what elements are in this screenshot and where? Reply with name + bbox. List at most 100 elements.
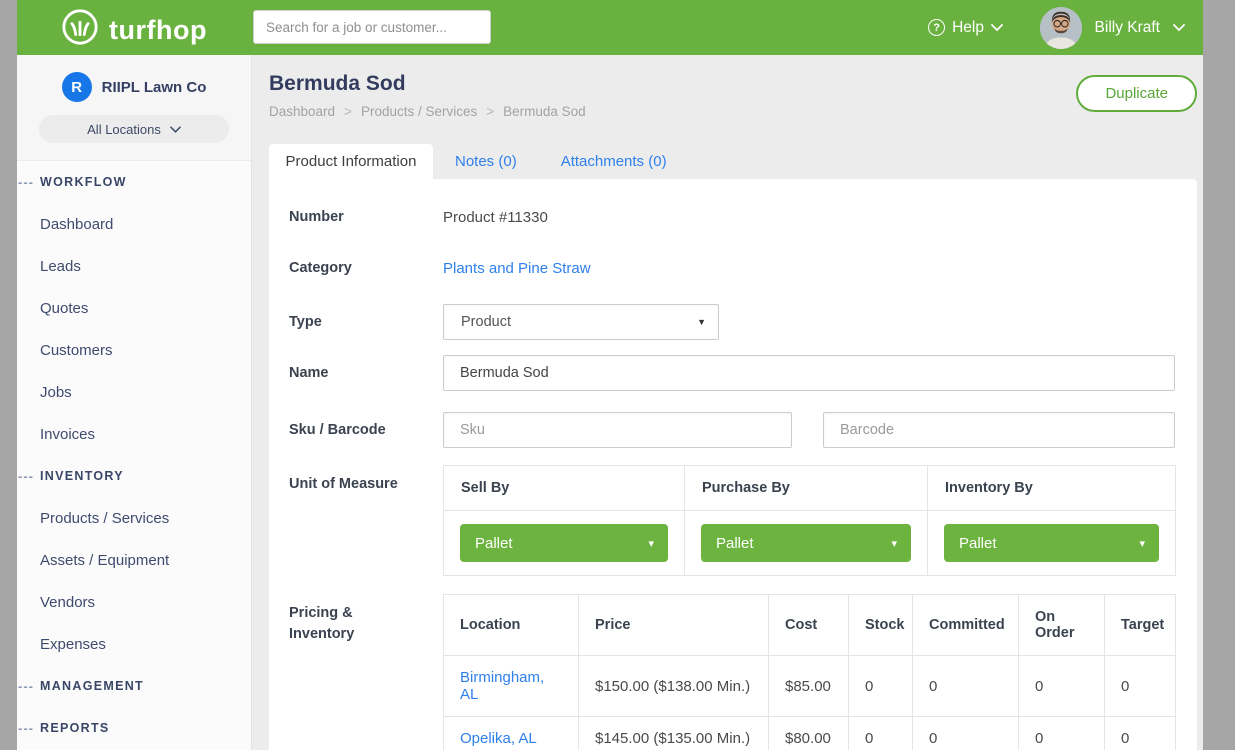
company-name: RIIPL Lawn Co bbox=[102, 79, 207, 96]
app-window: turfhop ? Help B bbox=[17, 0, 1203, 750]
type-label: Type bbox=[289, 312, 443, 333]
category-link[interactable]: Plants and Pine Straw bbox=[443, 260, 591, 277]
type-select[interactable]: Product ▼ bbox=[443, 304, 719, 340]
select-caret-icon: ▼ bbox=[697, 317, 706, 327]
table-row: Birmingham, AL $150.00 ($138.00 Min.) $8… bbox=[444, 656, 1176, 717]
sidebar-section-reports[interactable]: --- REPORTS bbox=[17, 707, 251, 749]
breadcrumb-separator: > bbox=[344, 104, 352, 119]
breadcrumb-current: Bermuda Sod bbox=[503, 104, 586, 119]
section-dash-icon: --- bbox=[18, 175, 34, 190]
on-order-cell: 0 bbox=[1019, 717, 1105, 750]
sidebar: R RIIPL Lawn Co All Locations --- WORKFL… bbox=[17, 55, 252, 750]
tab-notes[interactable]: Notes (0) bbox=[433, 144, 539, 179]
sidebar-section-workflow[interactable]: --- WORKFLOW bbox=[17, 161, 251, 203]
sidebar-item-invoices[interactable]: Invoices bbox=[17, 413, 251, 455]
pricing-inventory-label: Pricing & Inventory bbox=[289, 594, 443, 645]
form-row-category: Category Plants and Pine Straw bbox=[289, 258, 1175, 278]
sidebar-section-inventory[interactable]: --- INVENTORY bbox=[17, 455, 251, 497]
sku-input[interactable] bbox=[443, 412, 792, 448]
location-link-opelika[interactable]: Opelika, AL bbox=[460, 730, 537, 747]
breadcrumb-dashboard[interactable]: Dashboard bbox=[269, 104, 335, 119]
company-block: R RIIPL Lawn Co All Locations bbox=[17, 55, 251, 161]
purchase-by-dropdown[interactable]: Pallet ▾ bbox=[701, 524, 911, 562]
section-dash-icon: --- bbox=[18, 721, 34, 736]
sidebar-section-management[interactable]: --- MANAGEMENT bbox=[17, 665, 251, 707]
committed-cell: 0 bbox=[913, 656, 1019, 717]
form-row-pricing-inventory: Pricing & Inventory Location Price Cost … bbox=[289, 594, 1175, 750]
avatar bbox=[1040, 7, 1082, 49]
category-label: Category bbox=[289, 258, 443, 279]
caret-down-icon: ▾ bbox=[1139, 537, 1145, 550]
main-content: Bermuda Sod Dashboard > Products / Servi… bbox=[253, 55, 1203, 750]
unit-of-measure-table: Sell By Purchase By Inventory By Pallet … bbox=[443, 465, 1176, 576]
pricing-header-row: Location Price Cost Stock Committed On O… bbox=[444, 595, 1176, 656]
tab-product-information[interactable]: Product Information bbox=[269, 144, 433, 179]
help-icon: ? bbox=[928, 19, 945, 36]
sidebar-item-products-services[interactable]: Products / Services bbox=[17, 497, 251, 539]
chevron-down-icon bbox=[1173, 24, 1185, 31]
sidebar-item-customers[interactable]: Customers bbox=[17, 329, 251, 371]
sidebar-nav: --- WORKFLOW Dashboard Leads Quotes Cust… bbox=[17, 161, 251, 749]
uom-header-sell-by: Sell By bbox=[444, 466, 685, 511]
number-label: Number bbox=[289, 207, 443, 228]
duplicate-button[interactable]: Duplicate bbox=[1076, 75, 1197, 112]
table-row: Opelika, AL $145.00 ($135.00 Min.) $80.0… bbox=[444, 717, 1176, 750]
inventory-by-dropdown[interactable]: Pallet ▾ bbox=[944, 524, 1159, 562]
company-logo: R bbox=[62, 72, 92, 102]
breadcrumb: Dashboard > Products / Services > Bermud… bbox=[269, 104, 586, 119]
top-bar: turfhop ? Help B bbox=[17, 0, 1203, 55]
product-information-panel: Number Product #11330 Category Plants an… bbox=[269, 179, 1197, 750]
sidebar-item-leads[interactable]: Leads bbox=[17, 245, 251, 287]
uom-header-inventory-by: Inventory By bbox=[928, 466, 1176, 511]
barcode-input[interactable] bbox=[823, 412, 1175, 448]
location-filter-dropdown[interactable]: All Locations bbox=[39, 115, 229, 143]
help-menu[interactable]: ? Help bbox=[928, 0, 1003, 55]
sidebar-item-expenses[interactable]: Expenses bbox=[17, 623, 251, 665]
stock-cell: 0 bbox=[849, 656, 913, 717]
right-gutter bbox=[1203, 0, 1235, 750]
form-row-type: Type Product ▼ bbox=[289, 304, 1175, 340]
caret-down-icon: ▾ bbox=[648, 537, 654, 550]
uom-header-purchase-by: Purchase By bbox=[685, 466, 928, 511]
cost-cell: $85.00 bbox=[769, 656, 849, 717]
chevron-down-icon bbox=[170, 126, 181, 133]
left-gutter bbox=[0, 0, 17, 750]
tab-bar: Product Information Notes (0) Attachment… bbox=[269, 144, 689, 179]
global-search-input[interactable] bbox=[253, 10, 491, 44]
unit-of-measure-label: Unit of Measure bbox=[289, 465, 443, 495]
sidebar-item-dashboard[interactable]: Dashboard bbox=[17, 203, 251, 245]
form-row-sku-barcode: Sku / Barcode bbox=[289, 412, 1175, 448]
sell-by-dropdown[interactable]: Pallet ▾ bbox=[460, 524, 668, 562]
tab-attachments[interactable]: Attachments (0) bbox=[539, 144, 689, 179]
sidebar-item-quotes[interactable]: Quotes bbox=[17, 287, 251, 329]
section-dash-icon: --- bbox=[18, 469, 34, 484]
sku-barcode-label: Sku / Barcode bbox=[289, 420, 443, 441]
price-cell: $145.00 ($135.00 Min.) bbox=[579, 717, 769, 750]
cost-cell: $80.00 bbox=[769, 717, 849, 750]
type-select-value: Product bbox=[461, 314, 511, 330]
price-cell: $150.00 ($138.00 Min.) bbox=[579, 656, 769, 717]
caret-down-icon: ▾ bbox=[891, 537, 897, 550]
help-label: Help bbox=[952, 19, 984, 37]
name-label: Name bbox=[289, 363, 443, 384]
sidebar-item-assets-equipment[interactable]: Assets / Equipment bbox=[17, 539, 251, 581]
chevron-down-icon bbox=[991, 24, 1003, 31]
pricing-inventory-table: Location Price Cost Stock Committed On O… bbox=[443, 594, 1176, 750]
form-row-unit-of-measure: Unit of Measure Sell By Purchase By Inve… bbox=[289, 465, 1175, 576]
sidebar-item-vendors[interactable]: Vendors bbox=[17, 581, 251, 623]
form-row-name: Name bbox=[289, 355, 1175, 391]
user-menu[interactable]: Billy Kraft bbox=[1040, 0, 1185, 55]
number-value: Product #11330 bbox=[443, 209, 548, 226]
location-link-birmingham[interactable]: Birmingham, AL bbox=[460, 669, 544, 703]
app-logo[interactable]: turfhop bbox=[61, 8, 207, 51]
page-title: Bermuda Sod bbox=[269, 72, 406, 96]
section-dash-icon: --- bbox=[18, 679, 34, 694]
sidebar-item-jobs[interactable]: Jobs bbox=[17, 371, 251, 413]
form-row-number: Number Product #11330 bbox=[289, 207, 1175, 227]
name-input[interactable] bbox=[443, 355, 1175, 391]
turfhop-grass-icon bbox=[61, 8, 99, 51]
location-filter-label: All Locations bbox=[87, 122, 161, 137]
breadcrumb-separator: > bbox=[486, 104, 494, 119]
committed-cell: 0 bbox=[913, 717, 1019, 750]
breadcrumb-products-services[interactable]: Products / Services bbox=[361, 104, 477, 119]
